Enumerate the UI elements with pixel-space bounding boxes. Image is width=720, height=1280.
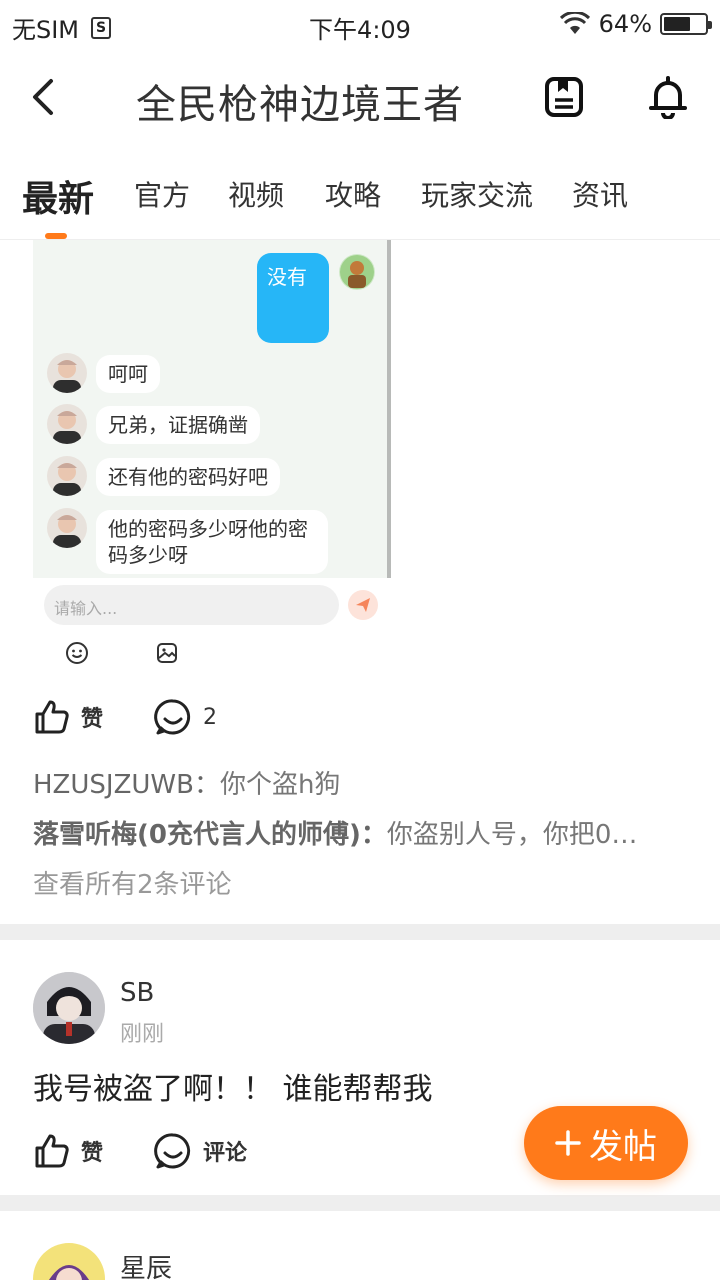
app-header: 全民枪神边境王者: [0, 50, 720, 146]
tab-news[interactable]: 资讯: [572, 174, 628, 214]
chat-bubble-other: 还有他的密码好吧: [96, 458, 280, 496]
chat-input-field: 请输入...: [44, 585, 339, 625]
bell-icon: [649, 76, 687, 119]
comment-preview-list: HZUSJZUWB：你个盗h狗 落雪听梅(0充代言人的师傅)：你盗别人号，你把0…: [33, 760, 683, 910]
user-avatar[interactable]: [33, 1243, 105, 1280]
category-tabs: 最新 官方 视频 攻略 玩家交流 资讯: [0, 150, 720, 240]
chat-input-bar: 请输入...: [33, 578, 391, 673]
comment-bubble-icon: [154, 1133, 191, 1169]
plus-icon: [555, 1130, 581, 1156]
page-title: 全民枪神边境王者: [136, 82, 464, 128]
tab-latest[interactable]: 最新: [22, 170, 94, 222]
chat-avatar-other: [47, 508, 87, 548]
tab-official[interactable]: 官方: [134, 174, 190, 214]
post1-action-row: 赞 2: [33, 692, 217, 742]
new-post-label: 发帖: [589, 1126, 657, 1167]
chat-avatar-other: [47, 353, 87, 393]
chat-bubble-mine: 没有: [257, 253, 329, 343]
comment-text: 你个盗h狗: [219, 770, 341, 800]
chat-bubble-other: 他的密码多少呀他的密码多少呀: [96, 510, 328, 574]
notification-button[interactable]: [643, 72, 693, 122]
comment-button[interactable]: 2: [153, 697, 217, 737]
battery-fill: [664, 17, 690, 31]
tab-guide[interactable]: 攻略: [325, 174, 381, 214]
status-right: 64%: [559, 10, 712, 38]
image-icon: [154, 640, 180, 666]
chat-avatar-other: [47, 456, 87, 496]
bookmark-button[interactable]: [539, 72, 589, 122]
comment-label: 评论: [203, 1141, 248, 1166]
tab-player-exchange[interactable]: 玩家交流: [421, 174, 533, 214]
comment-bubble-icon: [154, 699, 191, 735]
tab-indicator: [45, 233, 67, 239]
comment-count: 2: [203, 704, 218, 730]
battery-icon: [660, 13, 712, 35]
user-avatar[interactable]: [33, 972, 105, 1044]
post-timestamp: 刚刚: [120, 1022, 165, 1047]
thumbs-up-icon: [35, 700, 69, 734]
wifi-icon: [559, 12, 590, 34]
view-all-comments-link[interactable]: 查看所有2条评论: [33, 860, 683, 910]
post-divider: [0, 924, 720, 940]
tab-video[interactable]: 视频: [228, 174, 284, 214]
bookmark-list-icon: [545, 77, 583, 117]
post-username[interactable]: SB: [120, 978, 154, 1008]
post-content[interactable]: 我号被盗了啊！！ 谁能帮帮我: [33, 1064, 433, 1108]
like-label: 赞: [81, 707, 104, 732]
post2-action-row: 赞 评论: [33, 1126, 247, 1176]
comment-item[interactable]: HZUSJZUWB：你个盗h狗: [33, 760, 683, 810]
comment-text: 你盗别人号，你把0…: [386, 820, 638, 850]
like-button[interactable]: 赞: [33, 698, 103, 736]
comment-button[interactable]: 评论: [153, 1131, 247, 1171]
new-post-button[interactable]: 发帖: [524, 1106, 688, 1180]
chat-bubble-other: 兄弟，证据确凿: [96, 406, 260, 444]
like-button[interactable]: 赞: [33, 1132, 103, 1170]
chat-bubble-other: 呵呵: [96, 355, 160, 393]
post-image-chat-screenshot[interactable]: 没有 呵呵 兄弟，证据确凿 还有他的密码好吧 他的密码多少呀他的密码多少呀: [33, 240, 391, 578]
status-bar: 无SIM S 下午4:09 64%: [0, 0, 720, 50]
thumbs-up-icon: [35, 1134, 69, 1168]
emoji-icon: [64, 640, 90, 666]
chat-avatar-other: [47, 404, 87, 444]
chat-avatar-me: [339, 254, 375, 290]
battery-percent: 64%: [598, 10, 652, 38]
send-icon: [348, 590, 378, 620]
post-divider: [0, 1195, 720, 1211]
comment-username: HZUSJZUWB：: [33, 770, 220, 800]
like-label: 赞: [81, 1141, 104, 1166]
comment-item[interactable]: 落雪听梅(0充代言人的师傅)：你盗别人号，你把0…: [33, 810, 683, 860]
comment-username: 落雪听梅(0充代言人的师傅)：: [33, 820, 387, 850]
post-username[interactable]: 星辰: [120, 1248, 172, 1280]
